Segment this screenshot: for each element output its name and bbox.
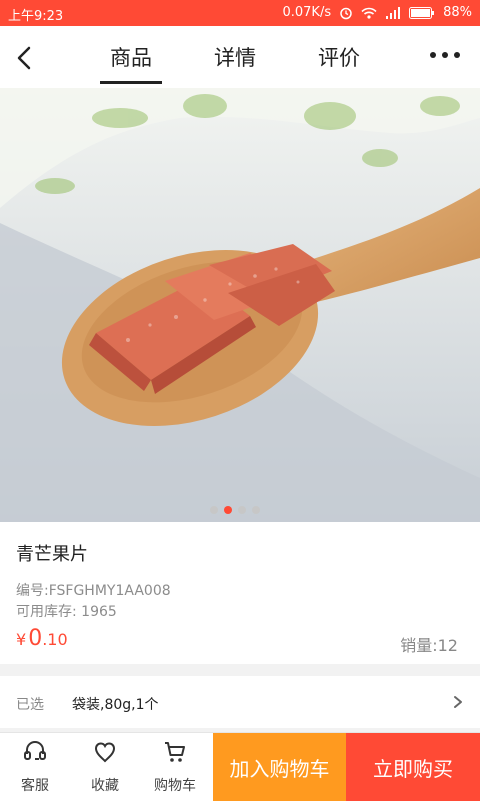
- chevron-right-icon: [454, 696, 462, 708]
- shopping-cart-icon: [165, 742, 185, 762]
- tab-goods[interactable]: 商品: [100, 42, 162, 84]
- carousel-dot-4[interactable]: [252, 506, 260, 514]
- heart-icon: [94, 742, 116, 763]
- headset-icon: [24, 740, 46, 760]
- product-name: 青芒果片: [16, 544, 88, 565]
- battery-level: 88%: [443, 5, 472, 20]
- carousel-dot-2[interactable]: [224, 506, 232, 514]
- tab-details[interactable]: 详情: [204, 42, 266, 72]
- bottom-bar: 客服 收藏 购物车 加入购物车 立即购买: [0, 732, 480, 801]
- add-to-cart-button[interactable]: 加入购物车: [213, 733, 346, 801]
- more-icon[interactable]: [430, 46, 460, 66]
- product-code: 编号:FSFGHMY1AA008: [16, 583, 171, 599]
- price-symbol: ¥: [16, 630, 27, 649]
- alarm-icon: [340, 7, 352, 19]
- price-decimal: .10: [42, 630, 68, 649]
- tab-bar: 商品 详情 评价: [100, 26, 370, 88]
- status-right: 0.07K/s 88%: [282, 5, 472, 20]
- network-speed: 0.07K/s: [282, 5, 332, 20]
- favorite-label: 收藏: [91, 778, 119, 794]
- product-price: ¥0.10: [16, 626, 68, 651]
- buy-now-button[interactable]: 立即购买: [346, 733, 480, 801]
- carousel-dots[interactable]: [210, 506, 260, 514]
- price-integer: 0: [28, 626, 43, 651]
- spec-label: 已选: [16, 697, 44, 713]
- cart-button[interactable]: 购物车: [140, 733, 210, 801]
- signal-icon: [386, 6, 401, 19]
- cart-label: 购物车: [154, 778, 196, 794]
- product-image[interactable]: [0, 88, 480, 522]
- status-bar: 上午9:23 0.07K/s 88%: [0, 0, 480, 26]
- sales-count: 销量:12: [400, 636, 458, 655]
- service-label: 客服: [21, 778, 49, 794]
- favorite-button[interactable]: 收藏: [70, 733, 140, 801]
- battery-icon: [409, 6, 435, 19]
- spec-value: 袋装,80g,1个: [72, 697, 159, 713]
- top-bar: 商品 详情 评价: [0, 26, 480, 88]
- back-icon[interactable]: [8, 40, 44, 76]
- carousel-dot-3[interactable]: [238, 506, 246, 514]
- spec-selector[interactable]: 已选 袋装,80g,1个: [0, 676, 480, 728]
- carousel-dot-1[interactable]: [210, 506, 218, 514]
- product-info: 青芒果片 编号:FSFGHMY1AA008 可用库存: 1965 ¥0.10 销…: [0, 522, 480, 664]
- product-photo: [0, 88, 480, 522]
- wifi-icon: [361, 7, 377, 19]
- tab-reviews[interactable]: 评价: [308, 42, 370, 72]
- service-button[interactable]: 客服: [0, 733, 70, 801]
- status-time: 上午9:23: [8, 9, 64, 24]
- product-stock: 可用库存: 1965: [16, 604, 117, 620]
